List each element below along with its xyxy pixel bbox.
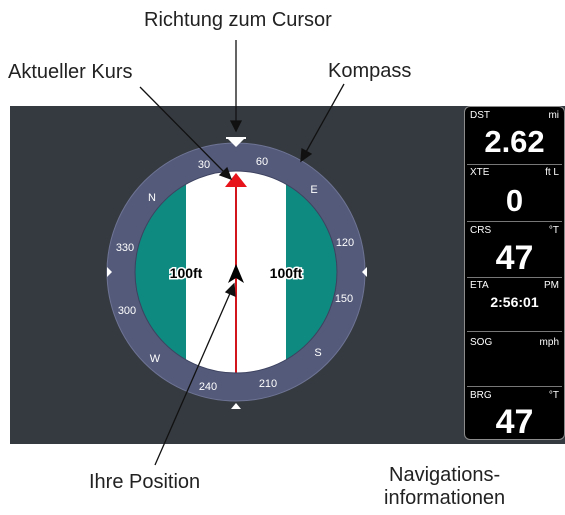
nav-cell-eta[interactable]: ETA PM 2:56:01 bbox=[465, 280, 564, 328]
eta-unit: PM bbox=[544, 280, 559, 291]
compass-label-s: S bbox=[314, 347, 321, 359]
dst-value: 2.62 bbox=[484, 124, 545, 159]
compass-label-300: 300 bbox=[118, 305, 136, 317]
nav-cell-sog[interactable]: SOG mph bbox=[465, 337, 564, 385]
dst-unit: mi bbox=[548, 110, 559, 121]
range-label-left: 100ft bbox=[170, 265, 203, 281]
xte-label: XTE bbox=[470, 167, 490, 178]
compass-label-30: 30 bbox=[198, 159, 210, 171]
nav-cell-dst[interactable]: DST mi 2.62 bbox=[465, 110, 564, 162]
crs-unit: °T bbox=[548, 225, 559, 236]
compass-label-120: 120 bbox=[336, 237, 354, 249]
compass-label-150: 150 bbox=[335, 293, 353, 305]
nav-cell-xte[interactable]: XTE ft L 0 bbox=[465, 167, 564, 221]
compass-label-w: W bbox=[150, 353, 161, 365]
dst-label: DST bbox=[470, 110, 490, 121]
compass-label-60: 60 bbox=[256, 156, 268, 168]
compass-label-e: E bbox=[310, 184, 317, 196]
bottom-tick-marker bbox=[231, 403, 241, 409]
crs-value: 47 bbox=[495, 239, 534, 277]
compass-label-n: N bbox=[148, 192, 156, 204]
nav-info-panel: DST mi 2.62 XTE ft L 0 CRS °T 47 ETA PM … bbox=[464, 106, 565, 441]
brg-unit: °T bbox=[548, 390, 559, 401]
range-label-right: 100ft bbox=[270, 265, 303, 281]
xte-unit: ft L bbox=[545, 167, 559, 178]
compass-label-210: 210 bbox=[259, 378, 277, 390]
nav-cell-brg[interactable]: BRG °T 47 bbox=[465, 390, 564, 441]
eta-value: 2:56:01 bbox=[490, 294, 539, 310]
sog-label: SOG bbox=[470, 337, 493, 348]
compass-label-240: 240 bbox=[199, 381, 217, 393]
brg-value: 47 bbox=[495, 403, 534, 441]
brg-label: BRG bbox=[470, 390, 492, 401]
nav-cell-crs[interactable]: CRS °T 47 bbox=[465, 225, 564, 277]
xte-value: 0 bbox=[505, 183, 524, 218]
sog-unit: mph bbox=[539, 337, 559, 348]
compass-label-330: 330 bbox=[116, 242, 134, 254]
crs-label: CRS bbox=[470, 225, 492, 236]
eta-label: ETA bbox=[470, 280, 489, 291]
